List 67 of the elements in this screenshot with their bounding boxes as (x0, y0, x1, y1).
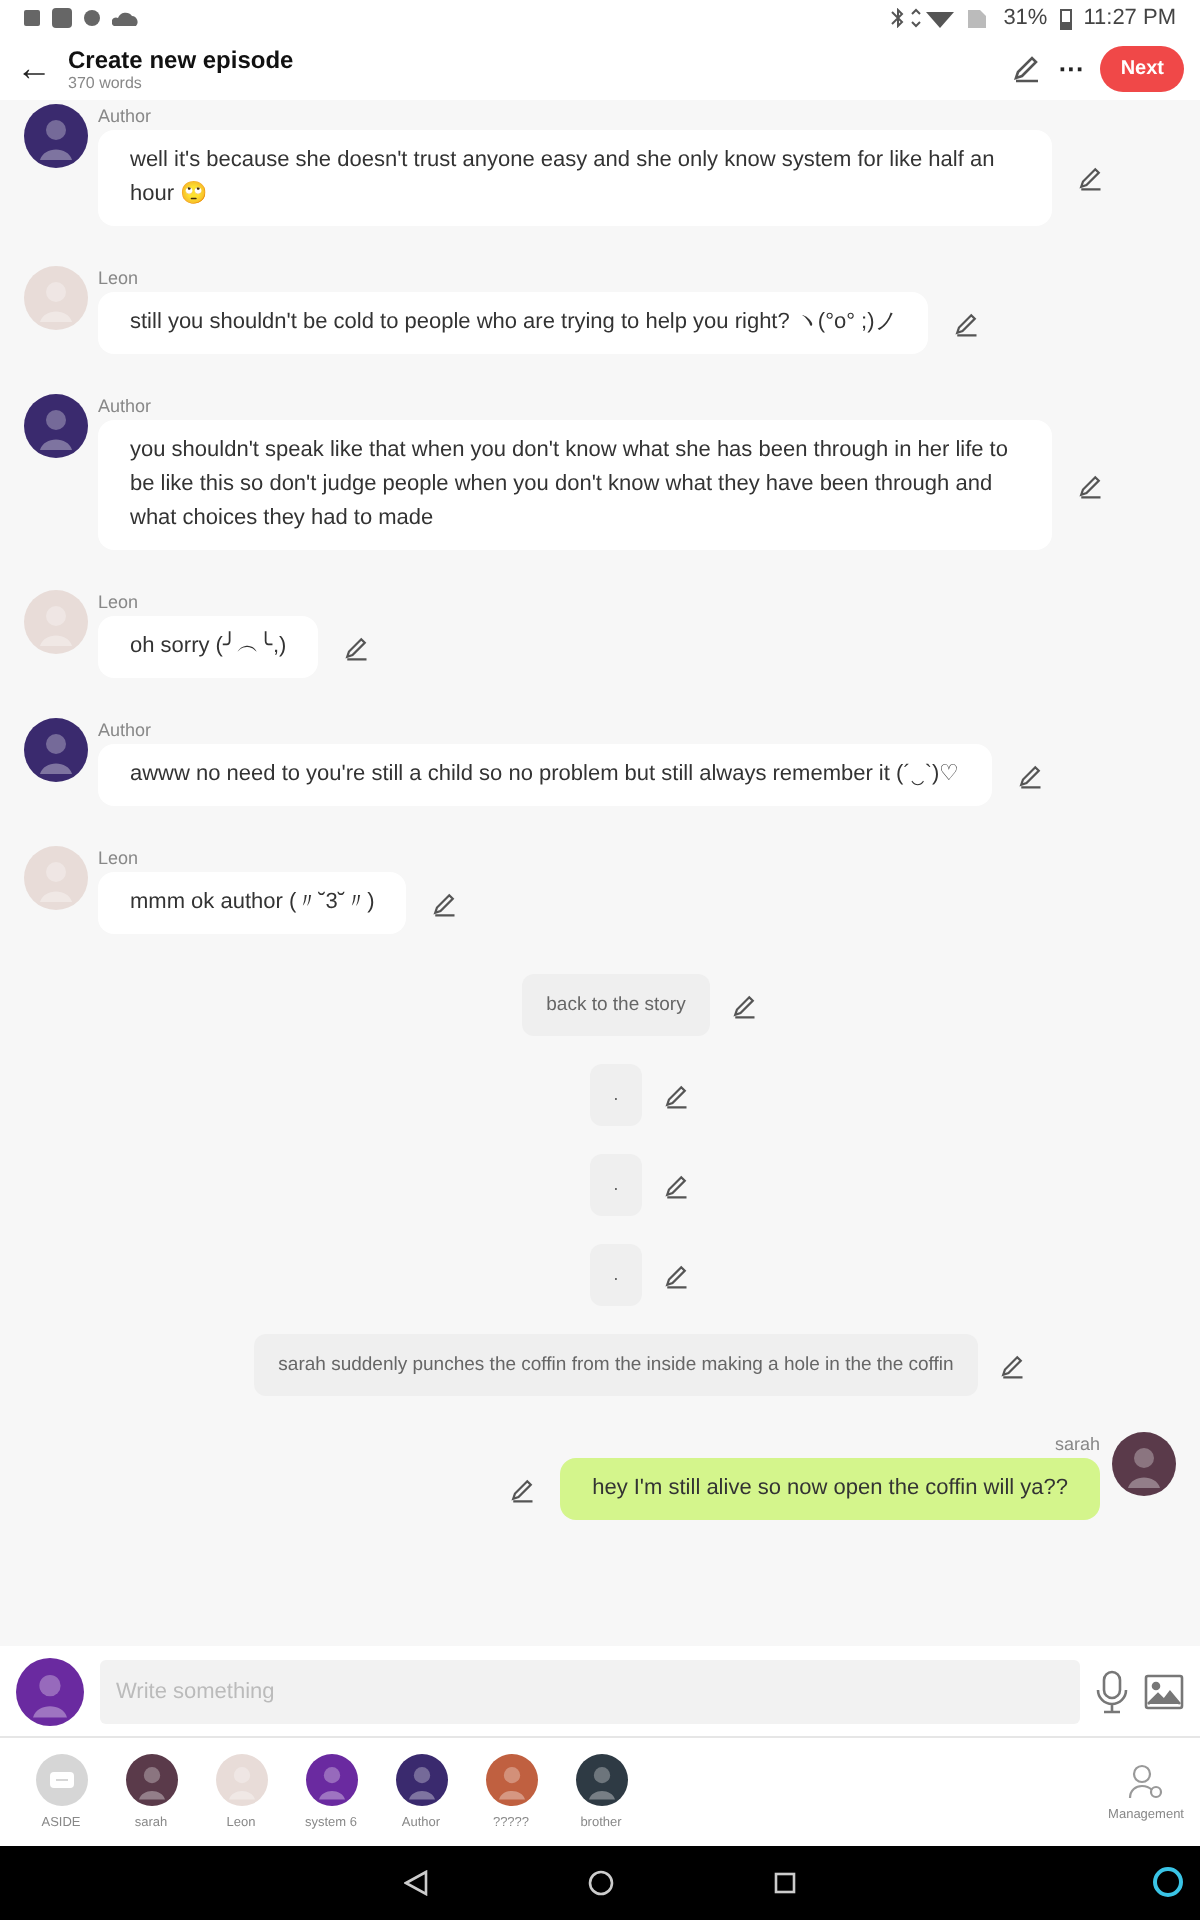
edit-icon[interactable] (997, 1351, 1026, 1379)
edit-icon[interactable] (1010, 52, 1043, 84)
connectivity-icons (887, 8, 992, 28)
avatar (24, 590, 88, 654)
user-settings-icon (1128, 1763, 1165, 1799)
edit-icon[interactable] (342, 633, 371, 661)
avatar (24, 846, 88, 910)
edit-icon[interactable] (662, 1171, 691, 1199)
speaker-name: Author (98, 396, 152, 416)
message-bubble: still you shouldn't be cold to people who are trying to help you right? ヽ(°o° ;)ノ (98, 292, 929, 354)
narration-bubble: back to the story (522, 974, 710, 1036)
narration-bubble: . (589, 1154, 643, 1216)
avatar (575, 1754, 627, 1806)
edit-icon[interactable] (952, 309, 981, 337)
edit-icon[interactable] (1076, 164, 1104, 192)
edit-icon[interactable] (662, 1261, 691, 1289)
clock: 11:27 PM (1083, 6, 1176, 30)
cloud-icon (112, 11, 138, 25)
avatar (24, 718, 88, 782)
image-notification-icon (24, 10, 40, 26)
word-count: 370 words (68, 73, 144, 91)
next-button[interactable]: Next (1100, 45, 1184, 91)
avatar (125, 1754, 177, 1806)
dot-notification-icon (84, 10, 100, 26)
message-bubble: awww no need to you're still a child so no problem but still always remember it (´‿`)♡ (98, 744, 992, 806)
narration-bubble: . (589, 1064, 643, 1126)
message-bubble: well it's because she doesn't trust anyone easy and she only know system for like half an hour 🙄 (98, 130, 1052, 226)
microphone-icon[interactable] (1096, 1669, 1128, 1713)
page-title: Create new episode (68, 45, 294, 73)
message-bubble: mmm ok author (〃˘3˘〃) (98, 872, 407, 934)
narration-bubble: sarah suddenly punches the coffin from the inside making a hole in the the coffin (254, 1334, 978, 1396)
home-nav-icon[interactable] (588, 1870, 614, 1896)
speaker-name: sarah (1054, 1434, 1100, 1454)
edit-icon[interactable] (1076, 471, 1104, 499)
edit-icon[interactable] (1015, 761, 1044, 789)
edit-icon[interactable] (729, 991, 758, 1019)
assistant-icon[interactable] (1152, 1866, 1184, 1898)
more-button[interactable]: ··· (1058, 53, 1085, 83)
avatar (24, 266, 88, 330)
battery-level: 31% (1003, 6, 1048, 30)
message-bubble: hey I'm still alive so now open the coffin will ya?? (560, 1458, 1100, 1520)
avatar (395, 1754, 447, 1806)
message-bubble: oh sorry (╯︵╰,) (98, 616, 319, 678)
edit-icon[interactable] (508, 1475, 537, 1503)
avatar (16, 1657, 84, 1725)
speaker-name: Leon (98, 268, 139, 288)
avatar (24, 394, 88, 458)
avatar (24, 104, 88, 168)
avatar (485, 1754, 537, 1806)
avatar (215, 1754, 267, 1806)
edit-icon[interactable] (430, 889, 459, 917)
avatar (1112, 1432, 1176, 1496)
image-icon[interactable] (1144, 1673, 1184, 1709)
speaker-name: Leon (98, 592, 139, 612)
speaker-name: Leon (98, 848, 139, 868)
speaker-name: Author (98, 720, 152, 740)
narration-bubble: . (589, 1244, 643, 1306)
speaker-name: Author (98, 106, 152, 126)
back-nav-icon[interactable] (404, 1870, 428, 1896)
app-notification-icon (52, 8, 72, 28)
recents-nav-icon[interactable] (774, 1872, 796, 1894)
edit-icon[interactable] (662, 1081, 691, 1109)
message-bubble: you shouldn't speak like that when you don't know what she has been through in her life to be like this so don't judge people when you don't know what they have been through and what choices they had to made (98, 420, 1052, 550)
back-button[interactable]: ← (16, 47, 52, 89)
chat-icon (35, 1754, 87, 1806)
battery-icon (1059, 7, 1072, 29)
avatar (305, 1754, 357, 1806)
